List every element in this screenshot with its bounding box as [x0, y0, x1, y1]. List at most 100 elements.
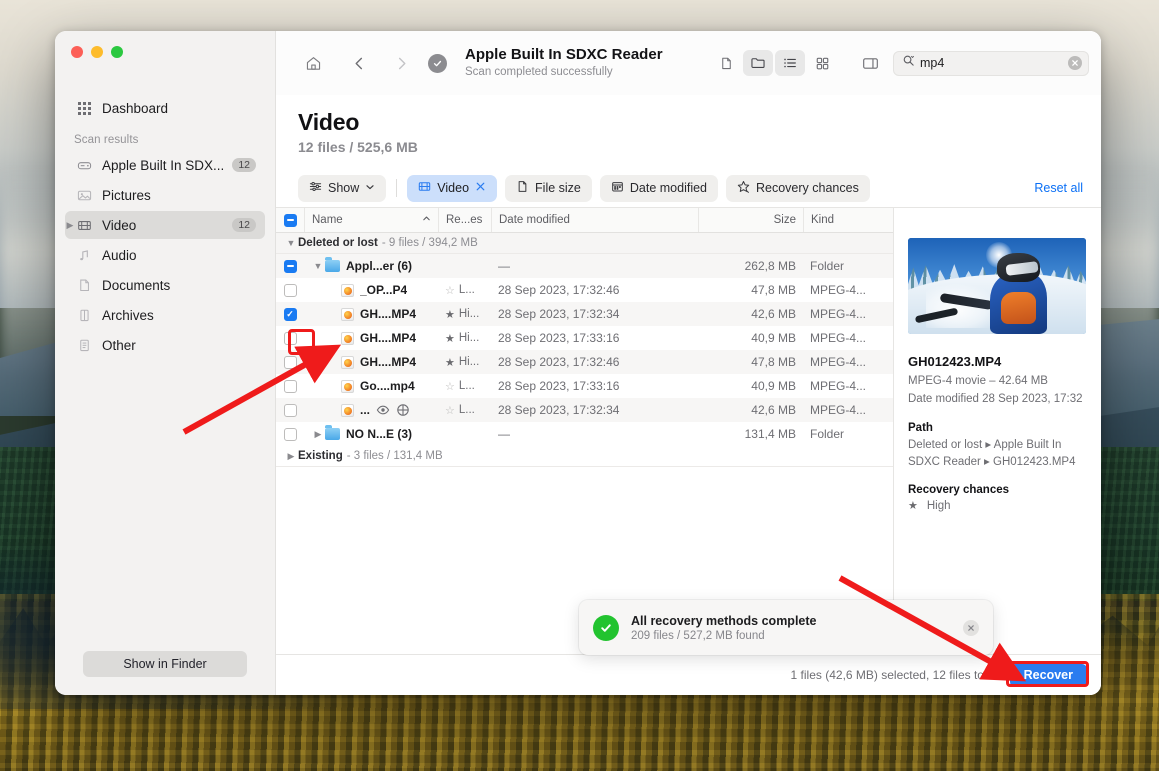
sidebar-item-apple-built-in-sdxc[interactable]: Apple Built In SDX... 12 — [65, 151, 265, 179]
close-button[interactable] — [71, 46, 83, 58]
row-checkbox[interactable] — [283, 427, 297, 441]
star-icon — [737, 180, 750, 196]
chevron-right-icon[interactable]: ▶ — [63, 220, 77, 231]
row-recovery-cell: ☆ L... — [438, 398, 491, 422]
column-header-size[interactable]: Size — [698, 208, 803, 232]
calendar-icon — [611, 180, 624, 196]
window-controls — [55, 31, 275, 76]
row-checkbox[interactable] — [283, 331, 297, 345]
chevron-down-icon[interactable]: ▼ — [284, 238, 298, 248]
filter-chip-label: File size — [535, 181, 581, 195]
table-row-selected[interactable]: ✓ GH....MP4 ★ Hi... 28 Sep 2023, 17:32:3… — [276, 302, 893, 326]
row-checkbox-cell[interactable] — [276, 254, 304, 278]
column-header-name[interactable]: Name — [304, 208, 438, 232]
row-recovery-label: L... — [458, 404, 475, 416]
row-kind-cell: MPEG-4... — [810, 379, 867, 393]
group-header-deleted-or-lost[interactable]: ▼ Deleted or lost - 9 files / 394,2 MB — [276, 233, 893, 254]
row-checkbox-cell[interactable] — [276, 374, 304, 398]
clear-search-icon[interactable] — [1068, 56, 1082, 70]
sidebar-footer: Show in Finder — [55, 651, 275, 695]
sidebar-section-header: Scan results — [74, 134, 139, 146]
list-view-button[interactable] — [775, 50, 805, 76]
table-row[interactable]: ▼ Appl...er (6) — 262,8 MB Folder — [276, 254, 893, 278]
row-checkbox[interactable] — [283, 355, 297, 369]
row-checkbox-cell[interactable]: ✓ — [276, 302, 304, 326]
grid-view-button[interactable] — [807, 50, 837, 76]
sidebar-item-archives[interactable]: Archives — [65, 301, 265, 329]
filter-chip-recovery-chances[interactable]: Recovery chances — [726, 174, 870, 202]
show-filter-dropdown[interactable]: Show — [298, 174, 387, 202]
table-row[interactable]: GH....MP4 ★ Hi... 28 Sep 2023, 17:32:46 … — [276, 350, 893, 374]
star-icon: ★ — [445, 356, 455, 369]
table-body: ▼ Deleted or lost - 9 files / 394,2 MB ▼… — [276, 233, 893, 654]
group-name: Existing — [298, 450, 343, 462]
table-row-hovered[interactable]: ... ☆ L... 28 Sep 2023, 17:32:34 42,6 MB… — [276, 398, 893, 422]
minimize-button[interactable] — [91, 46, 103, 58]
row-checkbox[interactable] — [283, 283, 297, 297]
file-view-button[interactable] — [711, 50, 741, 76]
home-icon[interactable] — [298, 48, 328, 78]
table-row[interactable]: _OP...P4 ☆ L... 28 Sep 2023, 17:32:46 47… — [276, 278, 893, 302]
filter-chip-video[interactable]: Video — [407, 174, 498, 202]
preview-path-value: Deleted or lost ▸ Apple Built In SDXC Re… — [908, 438, 1076, 468]
sidebar-item-label: Video — [102, 217, 137, 233]
filter-chip-file-size[interactable]: File size — [505, 174, 592, 202]
table-row[interactable]: Go....mp4 ☆ L... 28 Sep 2023, 17:33:16 4… — [276, 374, 893, 398]
select-all-checkbox-cell[interactable] — [276, 208, 304, 232]
chevron-down-icon[interactable]: ▼ — [311, 261, 325, 271]
row-recovery-cell: ★ Hi... — [438, 302, 491, 326]
app-window: Dashboard Scan results Apple Built In SD… — [55, 31, 1101, 695]
eye-icon[interactable] — [376, 403, 390, 417]
back-button[interactable] — [344, 48, 374, 78]
star-icon: ☆ — [445, 404, 455, 417]
chevron-right-icon[interactable]: ▶ — [311, 429, 325, 440]
row-recovery-label: L... — [458, 284, 475, 296]
main-area: Apple Built In SDXC Reader Scan complete… — [276, 31, 1101, 695]
star-icon: ☆ — [445, 380, 455, 393]
search-input[interactable] — [920, 56, 1063, 70]
picture-icon — [74, 188, 94, 203]
row-checkbox[interactable] — [283, 379, 297, 393]
column-header-date-modified[interactable]: Date modified — [491, 208, 698, 232]
row-checkbox[interactable] — [283, 403, 297, 417]
group-header-existing[interactable]: ▶ Existing - 3 files / 131,4 MB — [276, 446, 893, 467]
row-checkbox-cell[interactable] — [276, 326, 304, 350]
row-checkbox-cell[interactable] — [276, 398, 304, 422]
filter-divider — [396, 179, 398, 197]
column-header-kind[interactable]: Kind — [803, 208, 893, 232]
recover-button[interactable]: Recover — [1009, 663, 1087, 687]
toast-close-icon[interactable] — [963, 619, 979, 636]
star-icon: ★ — [908, 500, 918, 513]
folder-view-button[interactable] — [743, 50, 773, 76]
forward-button[interactable] — [386, 48, 416, 78]
row-name-cell: GH....MP4 — [304, 302, 438, 326]
sidebar-item-label: Other — [102, 337, 136, 353]
table-row[interactable]: GH....MP4 ★ Hi... 28 Sep 2023, 17:33:16 … — [276, 326, 893, 350]
row-checkbox[interactable] — [283, 259, 297, 273]
locate-icon[interactable] — [396, 403, 410, 417]
show-in-finder-button[interactable]: Show in Finder — [83, 651, 247, 677]
table-row[interactable]: ▶ NO N...E (3) — 131,4 MB Folder — [276, 422, 893, 446]
preview-recovery-header: Recovery chances — [908, 484, 1010, 497]
sidebar-item-pictures[interactable]: Pictures — [65, 181, 265, 209]
star-icon: ☆ — [445, 284, 455, 297]
sidebar-item-dashboard[interactable]: Dashboard — [65, 94, 265, 122]
reset-all-link[interactable]: Reset all — [1034, 181, 1083, 195]
search-field[interactable] — [893, 50, 1089, 76]
row-checkbox-cell[interactable] — [276, 278, 304, 302]
row-name-cell: GH....MP4 — [304, 350, 438, 374]
sidebar-item-other[interactable]: Other — [65, 331, 265, 359]
filter-chip-date-modified[interactable]: Date modified — [599, 174, 718, 202]
row-checkbox-cell[interactable] — [276, 350, 304, 374]
row-checkbox-cell[interactable] — [276, 422, 304, 446]
sidebar-right-icon[interactable] — [855, 50, 885, 76]
sidebar-item-audio[interactable]: Audio — [65, 241, 265, 269]
close-icon[interactable] — [475, 181, 486, 195]
zoom-button[interactable] — [111, 46, 123, 58]
column-header-recovery-chances[interactable]: Re...es — [438, 208, 491, 232]
row-checkbox-selected[interactable]: ✓ — [283, 307, 297, 321]
sidebar-item-video[interactable]: ▶ Video 12 — [65, 211, 265, 239]
chevron-right-icon[interactable]: ▶ — [284, 451, 298, 462]
select-all-checkbox[interactable] — [283, 213, 297, 227]
sidebar-item-documents[interactable]: Documents — [65, 271, 265, 299]
